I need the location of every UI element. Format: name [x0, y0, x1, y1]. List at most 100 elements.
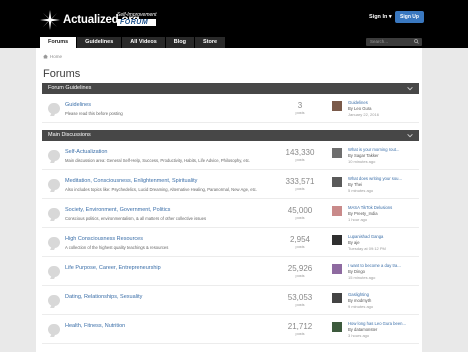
forum-read-status-icon	[48, 237, 60, 248]
post-count: 25,926	[287, 264, 313, 273]
tab-all-videos[interactable]: All Videos	[122, 37, 165, 48]
last-post-time: 9 minutes ago	[348, 304, 374, 309]
last-post-time: 1 hour ago	[348, 217, 368, 222]
post-count-label: posts	[295, 111, 305, 115]
avatar[interactable]	[332, 293, 342, 303]
section-title: Main Discussions	[48, 132, 91, 138]
main-nav: Forums Guidelines All Videos Blog Store	[40, 37, 226, 48]
post-count: 53,053	[287, 293, 313, 302]
post-count-label: posts	[295, 332, 305, 336]
post-count-label: posts	[295, 158, 305, 162]
tab-store[interactable]: Store	[195, 37, 226, 48]
post-count: 3	[297, 101, 303, 110]
forum-description: Also includes topics like: Psychedelics,…	[65, 187, 258, 192]
last-post-title-link[interactable]: What is your morning rout...	[348, 147, 399, 152]
last-post-author[interactable]: By Dingo	[348, 269, 365, 274]
last-post-title-link[interactable]: Gaslighting	[348, 292, 369, 297]
tab-guidelines[interactable]: Guidelines	[77, 37, 122, 48]
section-header[interactable]: Forum Guidelines	[42, 83, 419, 94]
forum-row: High Consciousness Resources A collection…	[42, 229, 419, 257]
post-count-label: posts	[295, 303, 305, 307]
page-title: Forums	[43, 68, 81, 80]
forum-row: Guidelines Please read this before postin…	[42, 95, 419, 123]
tab-blog[interactable]: Blog	[165, 37, 195, 48]
last-post-title-link[interactable]: Lupanishad Ganga	[348, 234, 383, 239]
search-input[interactable]: Search...	[366, 38, 422, 46]
last-post-time: January 22, 2016	[348, 112, 379, 117]
last-post-title-link[interactable]: MASA TikTok Delusions	[348, 205, 392, 210]
forum-read-status-icon	[48, 324, 60, 335]
breadcrumb: Home	[43, 54, 62, 59]
last-post-time: 5 minutes ago	[348, 188, 374, 193]
avatar[interactable]	[332, 322, 342, 332]
forum-title-link[interactable]: Society, Environment, Government, Politi…	[65, 207, 170, 213]
forum-title-link[interactable]: High Consciousness Resources	[65, 236, 143, 242]
forum-description: Conscious politics, environmentalism, & …	[65, 216, 207, 221]
home-icon[interactable]	[43, 54, 48, 59]
avatar[interactable]	[332, 148, 342, 158]
sign-in-link[interactable]: Sign In ▾	[369, 14, 392, 20]
last-post-author[interactable]: By Sagar Takker	[348, 153, 379, 158]
last-post-time: 15 minutes ago	[348, 275, 376, 280]
last-post-author[interactable]: By datamonster	[348, 327, 377, 332]
post-count-label: posts	[295, 187, 305, 191]
forum-row: Life Purpose, Career, Entrepreneurship 25…	[42, 258, 419, 286]
forum-description: A collection of the highest quality teac…	[65, 245, 169, 250]
forum-read-status-icon	[48, 179, 60, 190]
section-header[interactable]: Main Discussions	[42, 130, 419, 141]
last-post-title-link[interactable]: I want to become a day tra...	[348, 263, 401, 268]
forum-index: Home Forums Forum Guidelines Guidelines Pl…	[36, 48, 422, 352]
last-post-author[interactable]: By Preety_India	[348, 211, 378, 216]
last-post-title-link[interactable]: What does writing your sou...	[348, 176, 402, 181]
section-title: Forum Guidelines	[48, 85, 92, 91]
sign-up-button[interactable]: Sign Up	[395, 11, 424, 23]
last-post-title-link[interactable]: Guidelines	[348, 100, 368, 105]
forum-title-link[interactable]: Self-Actualization	[65, 149, 108, 155]
forum-read-status-icon	[48, 150, 60, 161]
collapse-chevron-icon[interactable]	[407, 86, 413, 91]
tab-forums[interactable]: Forums	[40, 37, 77, 48]
logo-forum-label: FORUM	[117, 19, 157, 26]
post-count-label: posts	[295, 216, 305, 220]
avatar[interactable]	[332, 101, 342, 111]
post-count: 143,330	[285, 148, 315, 157]
last-post-author[interactable]: By Leo Gura	[348, 106, 372, 111]
avatar[interactable]	[332, 264, 342, 274]
post-count: 21,712	[287, 322, 313, 331]
forum-title-link[interactable]: Guidelines	[65, 102, 91, 108]
post-count: 2,954	[289, 235, 311, 244]
forum-row: Meditation, Consciousness, Enlightenment…	[42, 171, 419, 199]
post-count-label: posts	[295, 274, 305, 278]
forum-title-link[interactable]: Life Purpose, Career, Entrepreneurship	[65, 265, 161, 271]
last-post-author[interactable]: By modmyth	[348, 298, 371, 303]
forum-title-link[interactable]: Health, Fitness, Nutrition	[65, 323, 125, 329]
forum-title-link[interactable]: Meditation, Consciousness, Enlightenment…	[65, 178, 197, 184]
forum-read-status-icon	[48, 103, 60, 114]
last-post-time: 10 minutes ago	[348, 159, 376, 164]
last-post-author[interactable]: By aje	[348, 240, 360, 245]
forum-row: Self-Actualization Main discussion area: …	[42, 142, 419, 170]
forum-description: Main discussion area: General Self-Help,…	[65, 158, 251, 163]
avatar[interactable]	[332, 206, 342, 216]
forum-row: Health, Fitness, Nutrition 21,712 posts How…	[42, 316, 419, 344]
forum-title-link[interactable]: Dating, Relationships, Sexuality	[65, 294, 142, 300]
avatar[interactable]	[332, 235, 342, 245]
avatar[interactable]	[332, 177, 342, 187]
search-placeholder: Search...	[370, 39, 389, 44]
logo-tagline: Self-Improvement	[117, 12, 157, 18]
last-post-author[interactable]: By Thei	[348, 182, 362, 187]
collapse-chevron-icon[interactable]	[407, 133, 413, 138]
last-post-time: Tuesday at 09:12 PM	[348, 246, 386, 251]
breadcrumb-home[interactable]: Home	[50, 54, 62, 59]
search-icon[interactable]	[414, 39, 419, 44]
post-count: 333,571	[285, 177, 315, 186]
post-count-label: posts	[295, 245, 305, 249]
site-header: Actualized.org Self-Improvement FORUM Si…	[0, 0, 468, 48]
forum-description: Please read this before posting	[65, 111, 123, 116]
last-post-time: 3 hours ago	[348, 333, 370, 338]
forum-row: Dating, Relationships, Sexuality 53,053 po…	[42, 287, 419, 315]
post-count: 45,000	[287, 206, 313, 215]
logo-forum-tag: Self-Improvement FORUM	[117, 12, 157, 26]
last-post-title-link[interactable]: How long has Leo Gura been...	[348, 321, 406, 326]
forum-read-status-icon	[48, 266, 60, 277]
